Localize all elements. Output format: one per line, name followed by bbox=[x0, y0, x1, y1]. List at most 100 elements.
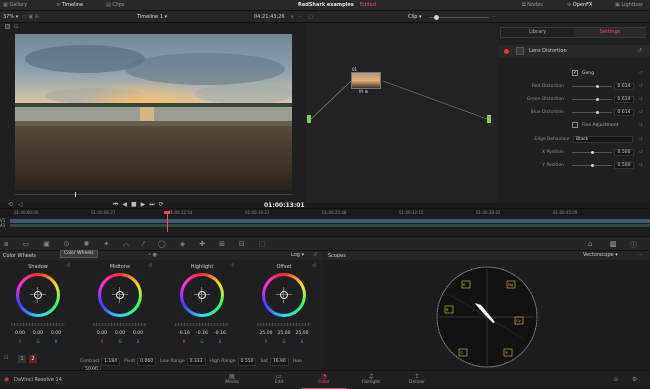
clip-mode-dropdown[interactable]: Clip ▾ bbox=[408, 13, 422, 21]
wheel-value[interactable]: 0.00 bbox=[47, 331, 65, 336]
volume-icon[interactable]: ◁ bbox=[18, 201, 23, 208]
viewer-playhead[interactable] bbox=[75, 192, 76, 197]
viewer-options-icon[interactable]: ⋯ bbox=[298, 13, 303, 21]
setting-value[interactable]: 0.500 bbox=[614, 162, 634, 169]
wheels-page-dots[interactable]: • ● bbox=[148, 252, 157, 258]
wheels-options-icon[interactable]: ⊡ bbox=[4, 355, 8, 361]
wheel-value[interactable]: 25.00 bbox=[275, 331, 293, 336]
setting-value[interactable]: 0.614 bbox=[614, 83, 634, 90]
video-track-clips[interactable] bbox=[10, 219, 650, 223]
color-wheel[interactable] bbox=[180, 273, 224, 317]
wheel-value[interactable]: -0.16 bbox=[175, 331, 193, 336]
nav-edit[interactable]: ▭ Edit bbox=[256, 371, 302, 389]
project-settings-icon[interactable]: ⚙ bbox=[632, 376, 637, 383]
node-view-icon[interactable]: ▢ bbox=[308, 13, 313, 21]
wheel-value[interactable]: 0.00 bbox=[29, 331, 47, 336]
timeline-button[interactable]: ≡ Timeline bbox=[56, 0, 83, 11]
timeline-playhead[interactable] bbox=[167, 212, 168, 232]
wheel-handle[interactable] bbox=[34, 291, 42, 299]
scopes-icon[interactable]: ▥ bbox=[610, 240, 617, 248]
node-zoom-handle[interactable] bbox=[434, 15, 439, 20]
gallery-button[interactable]: ▦ Gallery bbox=[3, 0, 27, 11]
setting-reset-icon[interactable]: ↺ bbox=[639, 108, 643, 117]
effect-reset-icon[interactable]: ↺ bbox=[637, 47, 642, 54]
setting-reset-icon[interactable]: ↺ bbox=[639, 82, 643, 91]
edge-reset-icon[interactable]: ↺ bbox=[639, 135, 643, 144]
loop-icon[interactable]: ⟲ bbox=[8, 201, 13, 208]
playhead-marker[interactable] bbox=[164, 211, 170, 214]
viewer-scrubber[interactable] bbox=[15, 194, 292, 195]
fine-adjust-checkbox[interactable] bbox=[572, 122, 578, 128]
setting-value[interactable]: 0.614 bbox=[614, 96, 634, 103]
wheel-reset-icon[interactable]: ↺ bbox=[312, 263, 316, 269]
wheel-handle[interactable] bbox=[198, 291, 206, 299]
master-wheel[interactable] bbox=[93, 323, 147, 326]
setting-reset-icon[interactable]: ↺ bbox=[639, 95, 643, 104]
timeline-name-dropdown[interactable]: Timeline 1 ▾ bbox=[137, 13, 167, 21]
master-wheel[interactable] bbox=[175, 323, 229, 326]
highlight-icon[interactable]: ⊡ bbox=[14, 24, 18, 30]
wheel-value[interactable]: -0.16 bbox=[211, 331, 229, 336]
param-value[interactable]: 0.333 bbox=[186, 358, 206, 366]
setting-slider-handle[interactable] bbox=[595, 98, 599, 101]
timeline-ruler[interactable]: 01:00:00:00 01:00:06:27 01:00:12:54 01:00:1… bbox=[0, 209, 650, 217]
timecode-dropdown-icon[interactable]: ▾ bbox=[291, 13, 294, 21]
wheels-reset-icon[interactable]: ↺ bbox=[313, 252, 317, 258]
keyframe-icon[interactable]: ⌂ bbox=[588, 240, 592, 248]
fine-adjust-reset-icon[interactable]: ↺ bbox=[639, 121, 643, 130]
nav-deliver[interactable]: ⇪ Deliver bbox=[394, 371, 440, 389]
master-wheel[interactable] bbox=[11, 323, 65, 326]
tab-library[interactable]: Library bbox=[501, 28, 574, 37]
wheel-value[interactable]: 0.00 bbox=[129, 331, 147, 336]
wheels-page-2[interactable]: 2 bbox=[29, 355, 37, 363]
info-icon[interactable]: ⓘ bbox=[630, 240, 637, 250]
node-options-icon[interactable]: ⋯ bbox=[491, 13, 496, 21]
wheel-value[interactable]: 0.00 bbox=[11, 331, 29, 336]
setting-value[interactable]: 0.614 bbox=[614, 109, 634, 116]
scope-type-dropdown[interactable]: Vectorscope ▾ bbox=[583, 252, 618, 258]
viewer-layout-icons[interactable]: ▭ ▣ ⊞ bbox=[22, 13, 39, 21]
nav-color[interactable]: ◔ Color bbox=[301, 371, 347, 389]
geng-reset-icon[interactable]: ↺ bbox=[639, 69, 643, 78]
setting-slider[interactable] bbox=[572, 112, 612, 113]
master-wheel[interactable] bbox=[257, 323, 311, 326]
geng-checkbox[interactable]: ✓ bbox=[572, 70, 578, 76]
wheel-value[interactable]: 0.00 bbox=[111, 331, 129, 336]
param-value[interactable]: 1.184 bbox=[101, 358, 121, 366]
setting-slider[interactable] bbox=[572, 99, 612, 100]
color-wheel[interactable] bbox=[98, 273, 142, 317]
effect-enable-icon[interactable] bbox=[504, 49, 509, 54]
setting-reset-icon[interactable]: ↺ bbox=[639, 161, 643, 170]
wheels-page-1[interactable]: 1 bbox=[18, 355, 26, 363]
corrector-node[interactable] bbox=[351, 72, 381, 89]
zoom-dropdown[interactable]: 37% ▾ bbox=[3, 13, 18, 21]
wheels-mode-dropdown[interactable]: Log ▾ bbox=[291, 252, 304, 258]
node-editor[interactable]: 01 M ⊕ bbox=[305, 23, 498, 203]
openfx-button[interactable]: ✣ OpenFX bbox=[567, 0, 592, 11]
wheel-reset-icon[interactable]: ↺ bbox=[148, 263, 152, 269]
wheel-reset-icon[interactable]: ↺ bbox=[230, 263, 234, 269]
param-value[interactable]: 0.550 bbox=[237, 358, 257, 366]
wheel-value[interactable]: -0.16 bbox=[193, 331, 211, 336]
color-tool-icons[interactable]: ⧈▭▣⊙✺✦⌒⁄◯◈✚⊞⊟⬚ bbox=[4, 240, 279, 249]
color-wheel[interactable] bbox=[262, 273, 306, 317]
edge-behaviour-select[interactable]: Black bbox=[573, 136, 633, 143]
wheel-value[interactable]: 25.00 bbox=[293, 331, 311, 336]
clips-button[interactable]: ▤ Clips bbox=[106, 0, 124, 11]
nodes-button[interactable]: ⧉ Nodes bbox=[522, 0, 543, 11]
setting-slider-handle[interactable] bbox=[591, 164, 594, 167]
lightbox-button[interactable]: ▣ Lightbox bbox=[615, 0, 643, 11]
setting-slider[interactable] bbox=[572, 86, 612, 87]
mini-timeline[interactable]: 01:00:00:00 01:00:06:27 01:00:12:54 01:00:1… bbox=[0, 208, 650, 236]
wheel-value[interactable]: 25.00 bbox=[257, 331, 275, 336]
video-frame[interactable] bbox=[15, 34, 292, 190]
wheel-handle[interactable] bbox=[280, 291, 288, 299]
param-value[interactable]: 76.90 bbox=[269, 358, 289, 366]
tab-settings[interactable]: Settings bbox=[574, 28, 646, 37]
nav-fairlight[interactable]: ♫ Fairlight bbox=[348, 371, 394, 389]
home-icon[interactable]: ⌂ bbox=[614, 376, 618, 383]
setting-slider-handle[interactable] bbox=[595, 111, 599, 114]
wheel-handle[interactable] bbox=[116, 291, 124, 299]
grab-still-icon[interactable] bbox=[5, 24, 10, 29]
wheel-reset-icon[interactable]: ↺ bbox=[66, 263, 70, 269]
